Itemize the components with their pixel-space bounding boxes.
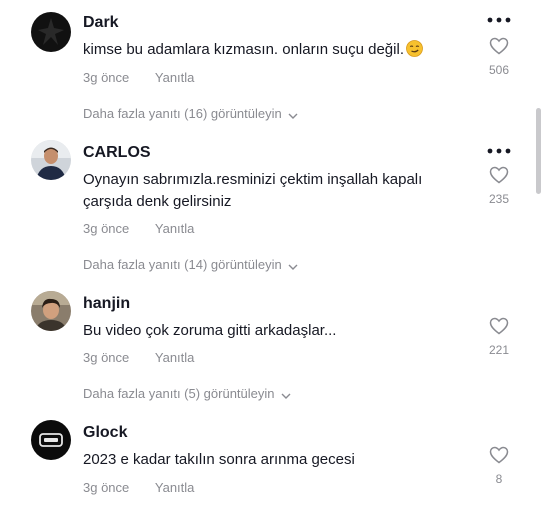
avatar[interactable] [31,291,71,331]
like-count: 506 [488,63,510,77]
view-replies-label: Daha fazla yanıtı (16) görüntüleyin [83,106,282,121]
like-button[interactable]: 8 [484,446,514,486]
heart-outline-icon [489,166,509,188]
comment-text: 2023 e kadar takılın sonra arınma gecesi [83,451,355,468]
view-replies-button[interactable]: Daha fazla yanıtı (16) görüntüleyin [83,106,298,122]
comment-username[interactable]: Dark [83,14,119,32]
smirk-emoji-icon [406,40,423,57]
comment-meta: 3g önce Yanıtla [83,480,194,495]
chevron-down-icon [281,387,291,402]
heart-outline-icon [489,446,509,468]
reply-button[interactable]: Yanıtla [155,480,195,495]
view-replies-label: Daha fazla yanıtı (5) görüntüleyin [83,386,275,401]
view-replies-button[interactable]: Daha fazla yanıtı (5) görüntüleyin [83,386,291,402]
reply-button[interactable]: Yanıtla [155,350,195,365]
comment-time: 3g önce [83,221,130,236]
like-button[interactable]: 506 [484,37,514,77]
comment-text: kimse bu adamlara kızmasın. onların suçu… [83,39,453,61]
comment-username[interactable]: hanjin [83,295,130,313]
view-replies-label: Daha fazla yanıtı (14) görüntüleyin [83,257,282,272]
comment-username[interactable]: CARLOS [83,144,151,162]
comment-meta: 3g önce Yanıtla [83,70,194,85]
comment-time: 3g önce [83,350,130,365]
reply-button[interactable]: Yanıtla [155,221,195,236]
avatar[interactable] [31,12,71,52]
comment-time: 3g önce [83,70,130,85]
avatar[interactable] [31,420,71,460]
comment-username[interactable]: Glock [83,424,127,442]
comment-meta: 3g önce Yanıtla [83,350,194,365]
scrollbar[interactable] [535,0,541,515]
comment-time: 3g önce [83,480,130,495]
heart-outline-icon [489,37,509,59]
avatar[interactable] [31,140,71,180]
more-horizontal-icon[interactable] [487,10,511,23]
like-count: 221 [488,343,510,357]
comment-text: Oynayın sabrımızla.resminizi çektim inşa… [83,171,423,210]
comment-text-body: kimse bu adamlara kızmasın. onların suçu… [83,41,404,58]
more-horizontal-icon[interactable] [487,141,511,154]
like-count: 8 [495,472,503,486]
like-button[interactable]: 221 [484,317,514,357]
reply-button[interactable]: Yanıtla [155,70,195,85]
chevron-down-icon [288,258,298,273]
heart-outline-icon [489,317,509,339]
view-replies-button[interactable]: Daha fazla yanıtı (14) görüntüleyin [83,257,298,273]
like-button[interactable]: 235 [484,166,514,206]
comment-text: Bu video çok zoruma gitti arkadaşlar... [83,322,337,339]
comment-meta: 3g önce Yanıtla [83,221,194,236]
like-count: 235 [488,192,510,206]
scrollbar-thumb[interactable] [536,108,541,194]
chevron-down-icon [288,107,298,122]
